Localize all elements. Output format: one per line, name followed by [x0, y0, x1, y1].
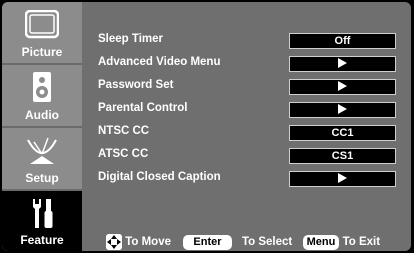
arrow-right-icon: [338, 81, 347, 92]
menu-item-advanced-video-menu[interactable]: Advanced Video Menu: [98, 55, 408, 73]
menu-item-atsc-cc[interactable]: ATSC CC CS1: [98, 147, 408, 165]
select-hint: To Select: [241, 236, 293, 248]
tv-frame: Picture Audio Setup Feature Sleep Timer …: [0, 0, 414, 253]
menu-item-label: Digital Closed Caption: [98, 171, 221, 183]
sidebar-item-audio[interactable]: Audio: [2, 65, 82, 126]
submenu-arrow: [289, 171, 396, 187]
picture-icon: [24, 9, 60, 43]
menu-key: Menu: [302, 234, 340, 250]
enter-key: Enter: [183, 234, 232, 250]
menu-item-label: Parental Control: [98, 102, 188, 114]
arrow-right-icon: [338, 58, 347, 69]
menu-item-sleep-timer[interactable]: Sleep Timer Off: [98, 32, 408, 50]
menu-item-label: Password Set: [98, 79, 174, 91]
sidebar-item-label: Feature: [20, 233, 64, 247]
menu-item-label: Advanced Video Menu: [98, 56, 221, 68]
menu-item-parental-control[interactable]: Parental Control: [98, 101, 408, 119]
dpad-icon: [106, 234, 122, 250]
speaker-icon: [32, 71, 52, 106]
menu-item-label: NTSC CC: [98, 125, 150, 137]
sidebar-item-label: Audio: [25, 108, 59, 122]
osd-screen: Picture Audio Setup Feature Sleep Timer …: [2, 2, 411, 251]
exit-hint: To Exit: [342, 236, 381, 248]
arrow-right-icon: [338, 104, 347, 115]
tools-icon: [29, 197, 55, 234]
submenu-arrow: [289, 79, 396, 95]
menu-item-digital-closed-caption[interactable]: Digital Closed Caption: [98, 170, 408, 188]
sidebar-item-feature[interactable]: Feature: [2, 191, 82, 251]
submenu-arrow: [289, 56, 396, 72]
sidebar-item-label: Picture: [21, 45, 63, 59]
footer-hints: To Move Enter To Select Menu To Exit: [106, 234, 380, 250]
move-hint: To Move: [125, 236, 171, 248]
satellite-dish-icon: [24, 134, 60, 169]
menu-item-password-set[interactable]: Password Set: [98, 78, 408, 96]
sidebar-item-label: Setup: [25, 171, 59, 185]
submenu-arrow: [289, 102, 396, 118]
menu-item-value: CC1: [289, 125, 396, 141]
menu-item-ntsc-cc[interactable]: NTSC CC CC1: [98, 124, 408, 142]
menu-item-value: Off: [289, 33, 396, 49]
arrow-right-icon: [338, 173, 347, 184]
menu-item-value: CS1: [289, 148, 396, 164]
sidebar-item-setup[interactable]: Setup: [2, 128, 82, 189]
sidebar-item-picture[interactable]: Picture: [2, 2, 82, 63]
menu-item-label: Sleep Timer: [98, 33, 163, 45]
sidebar: Picture Audio Setup Feature: [2, 2, 82, 251]
menu-item-label: ATSC CC: [98, 148, 149, 160]
